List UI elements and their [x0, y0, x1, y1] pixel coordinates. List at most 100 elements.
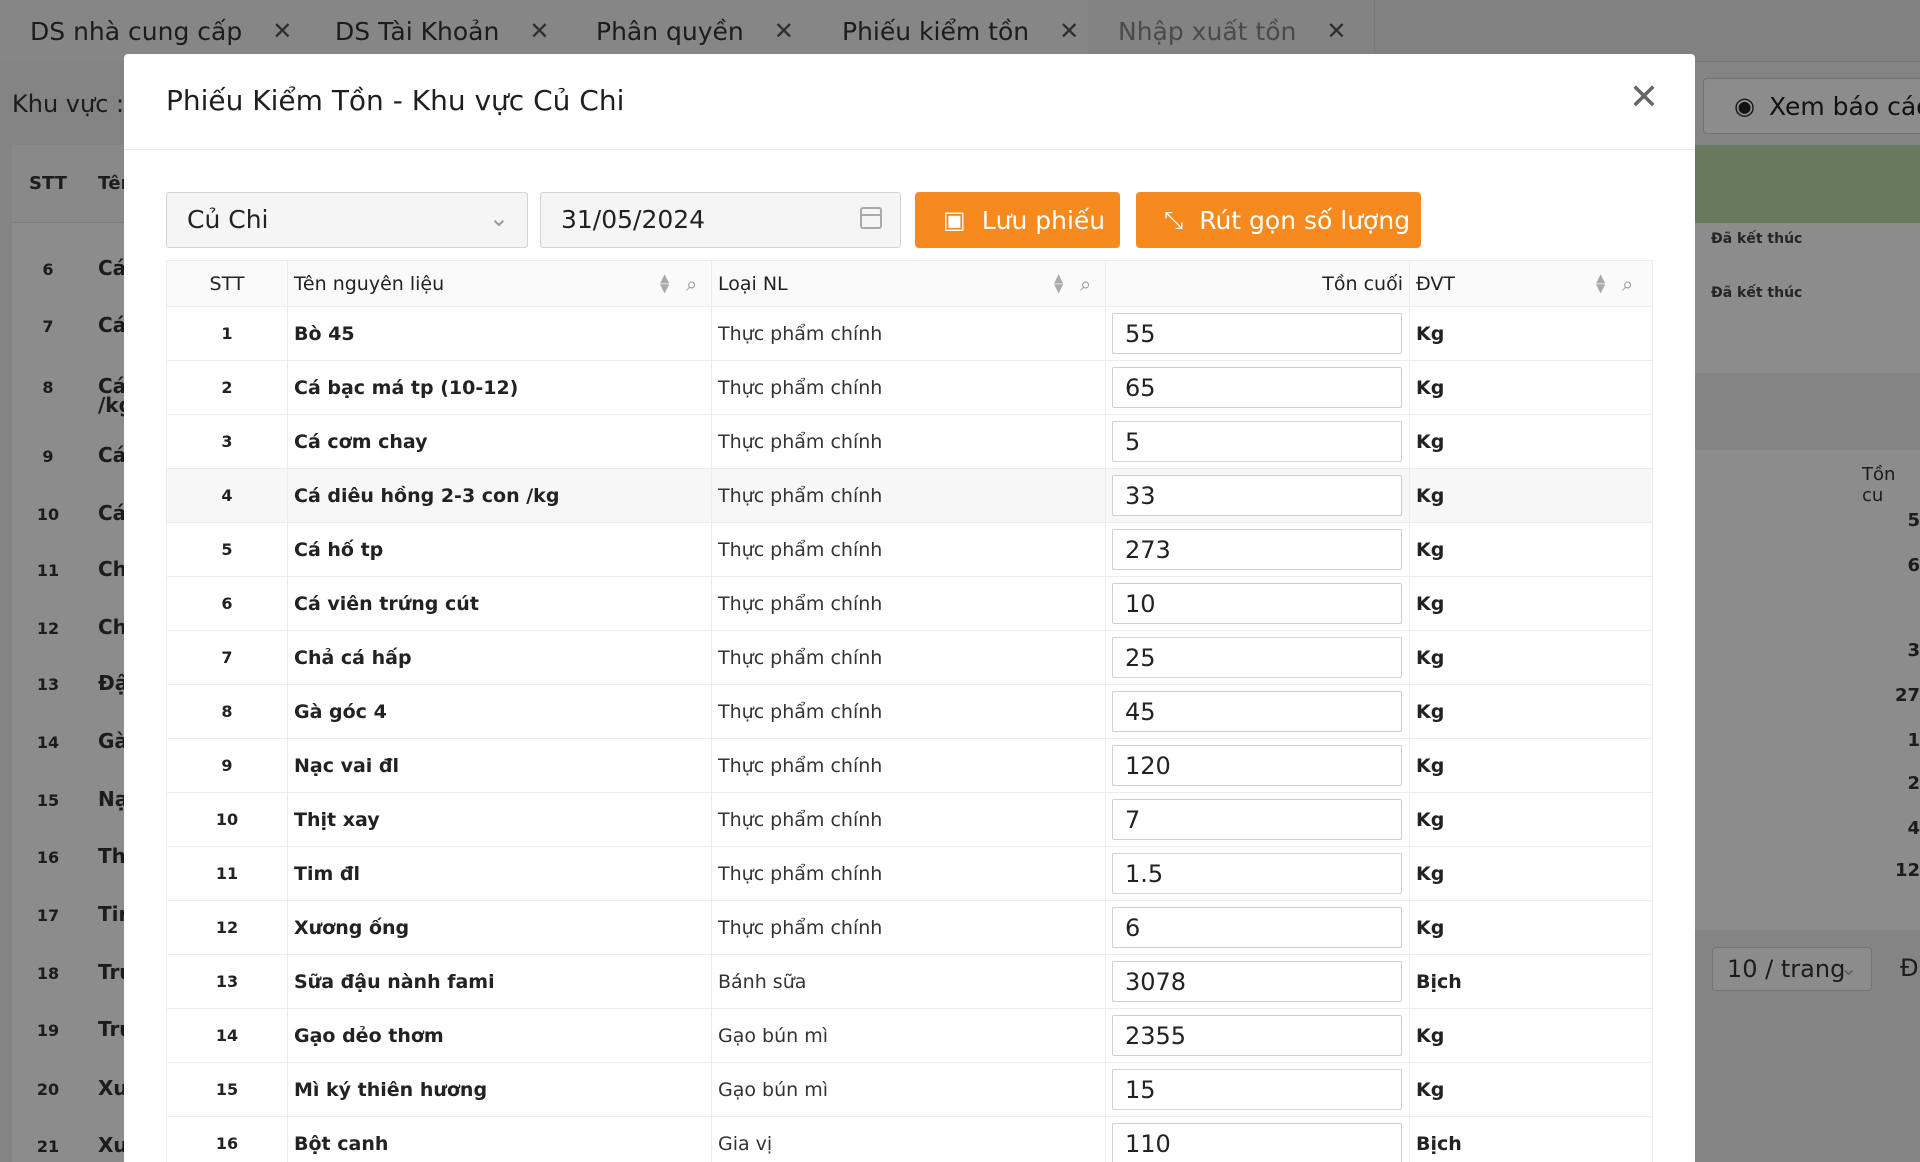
- table-row[interactable]: 9Nạc vai đlThực phẩm chính Kg: [167, 739, 1652, 793]
- close-icon[interactable]: ✕: [1629, 80, 1659, 116]
- cell-stt: 5: [167, 523, 288, 577]
- cell-name: Bột canh: [288, 1117, 712, 1162]
- ton-cuoi-input[interactable]: [1112, 1069, 1402, 1110]
- chevron-down-icon: ⌄: [488, 204, 509, 232]
- table-row[interactable]: 1Bò 45Thực phẩm chính Kg: [167, 307, 1652, 361]
- cell-type: Thực phẩm chính: [712, 847, 1106, 901]
- table-row[interactable]: 16Bột canhGia vị Bịch: [167, 1117, 1652, 1162]
- header-dvt: ĐVT ▲ ▼ ⌕: [1410, 261, 1654, 307]
- sort-icon[interactable]: ▲ ▼: [1054, 261, 1063, 294]
- header-ton-label: Tồn cuối: [1322, 273, 1403, 295]
- cell-dvt: Kg: [1416, 701, 1445, 723]
- header-type: Loại NL ▲ ▼ ⌕: [712, 261, 1106, 307]
- table-row[interactable]: 7Chả cá hấpThực phẩm chính Kg: [167, 631, 1652, 685]
- cell-stt: 12: [167, 901, 288, 955]
- cell-stt: 16: [167, 1117, 288, 1162]
- ton-cuoi-input[interactable]: [1112, 799, 1402, 840]
- table-row[interactable]: 4 Cá diêu hồng 2-3 con /kg Thực phẩm chính…: [167, 469, 1652, 523]
- cell-dvt: Kg: [1416, 863, 1445, 885]
- cell-name: Cá viên trứng cút: [288, 577, 712, 631]
- cell-dvt: Kg: [1416, 647, 1445, 669]
- ton-cuoi-input[interactable]: [1112, 691, 1402, 732]
- inventory-check-modal: Phiếu Kiểm Tồn - Khu vực Củ Chi ✕ Củ Chi…: [124, 54, 1695, 1162]
- ton-cuoi-input[interactable]: [1112, 313, 1402, 354]
- cell-dvt: Kg: [1416, 323, 1445, 345]
- ton-cuoi-input[interactable]: [1112, 907, 1402, 948]
- cell-name: Xương ống: [288, 901, 712, 955]
- ton-cuoi-input[interactable]: [1112, 583, 1402, 624]
- cell-ton-cuoi: [1106, 631, 1410, 685]
- table-row[interactable]: 2Cá bạc má tp (10-12)Thực phẩm chính Kg: [167, 361, 1652, 415]
- cell-ton-cuoi: [1106, 739, 1410, 793]
- save-button[interactable]: ▣ Lưu phiếu: [915, 192, 1120, 248]
- header-type-label: Loại NL: [718, 273, 788, 295]
- cell-name: Nạc vai đl: [288, 739, 712, 793]
- search-icon[interactable]: ⌕: [1080, 261, 1091, 307]
- cell-stt: 10: [167, 793, 288, 847]
- ton-cuoi-input[interactable]: [1112, 475, 1402, 516]
- cell-dvt: Bịch: [1416, 1133, 1462, 1155]
- header-name: Tên nguyên liệu ▲ ▼ ⌕: [288, 261, 712, 307]
- ton-cuoi-input[interactable]: [1112, 1123, 1402, 1162]
- cell-name: Mì ký thiên hương: [288, 1063, 712, 1117]
- cell-name: Thịt xay: [288, 793, 712, 847]
- cell-name: Cá bạc má tp (10-12): [288, 361, 712, 415]
- cell-ton-cuoi: [1106, 793, 1410, 847]
- cell-name: Cá hố tp: [288, 523, 712, 577]
- ton-cuoi-input[interactable]: [1112, 745, 1402, 786]
- ton-cuoi-input[interactable]: [1112, 421, 1402, 462]
- ton-cuoi-input[interactable]: [1112, 853, 1402, 894]
- table-row[interactable]: 13Sữa đậu nành famiBánh sữa Bịch: [167, 955, 1652, 1009]
- cell-type: Thực phẩm chính: [712, 577, 1106, 631]
- table-row[interactable]: 15Mì ký thiên hươngGạo bún mì Kg: [167, 1063, 1652, 1117]
- table-row[interactable]: 3Cá cơm chayThực phẩm chính Kg: [167, 415, 1652, 469]
- cell-type: Thực phẩm chính: [712, 631, 1106, 685]
- cell-ton-cuoi: [1106, 955, 1410, 1009]
- table-row[interactable]: 5Cá hố tpThực phẩm chính Kg: [167, 523, 1652, 577]
- area-select[interactable]: Củ Chi ⌄: [166, 192, 528, 248]
- table-row[interactable]: 10Thịt xayThực phẩm chính Kg: [167, 793, 1652, 847]
- ton-cuoi-input[interactable]: [1112, 1015, 1402, 1056]
- cell-type: Thực phẩm chính: [712, 739, 1106, 793]
- sort-icon[interactable]: ▲ ▼: [1596, 261, 1605, 294]
- ton-cuoi-input[interactable]: [1112, 367, 1402, 408]
- cell-ton-cuoi: [1106, 469, 1410, 523]
- cell-dvt: Kg: [1416, 539, 1445, 561]
- compact-quantity-button[interactable]: ⤡ Rút gọn số lượng: [1136, 192, 1421, 248]
- ton-cuoi-input[interactable]: [1112, 637, 1402, 678]
- date-picker[interactable]: 31/05/2024: [540, 192, 901, 248]
- search-icon[interactable]: ⌕: [686, 261, 697, 307]
- table-row[interactable]: 11Tim đlThực phẩm chính Kg: [167, 847, 1652, 901]
- cell-type: Thực phẩm chính: [712, 469, 1106, 523]
- table-row[interactable]: 6Cá viên trứng cútThực phẩm chính Kg: [167, 577, 1652, 631]
- cell-name: Cá diêu hồng 2-3 con /kg: [288, 469, 712, 523]
- ton-cuoi-input[interactable]: [1112, 961, 1402, 1002]
- cell-ton-cuoi: [1106, 901, 1410, 955]
- table-row[interactable]: 14Gạo dẻo thơmGạo bún mì Kg: [167, 1009, 1652, 1063]
- header-name-label: Tên nguyên liệu: [294, 273, 445, 295]
- search-icon[interactable]: ⌕: [1622, 261, 1633, 307]
- cell-type: Gia vị: [712, 1117, 1106, 1162]
- cell-ton-cuoi: [1106, 1009, 1410, 1063]
- cell-name: Chả cá hấp: [288, 631, 712, 685]
- cell-stt: 6: [167, 577, 288, 631]
- cell-dvt: Kg: [1416, 485, 1445, 507]
- table-body: 1Bò 45Thực phẩm chínhKg2Cá bạc má tp (10…: [167, 307, 1652, 1162]
- cell-dvt: Bịch: [1416, 971, 1462, 993]
- header-ton-cuoi: Tồn cuối: [1106, 261, 1410, 307]
- date-value: 31/05/2024: [561, 205, 706, 234]
- cell-type: Thực phẩm chính: [712, 793, 1106, 847]
- modal-header: Phiếu Kiểm Tồn - Khu vực Củ Chi ✕: [124, 54, 1695, 150]
- cell-stt: 8: [167, 685, 288, 739]
- cell-type: Thực phẩm chính: [712, 523, 1106, 577]
- sort-icon[interactable]: ▲ ▼: [660, 261, 669, 294]
- cell-stt: 14: [167, 1009, 288, 1063]
- ton-cuoi-input[interactable]: [1112, 529, 1402, 570]
- table-row[interactable]: 8Gà góc 4Thực phẩm chính Kg: [167, 685, 1652, 739]
- cell-stt: 3: [167, 415, 288, 469]
- cell-dvt: Kg: [1416, 1079, 1445, 1101]
- header-dvt-label: ĐVT: [1416, 273, 1455, 295]
- table-row[interactable]: 12Xương ốngThực phẩm chính Kg: [167, 901, 1652, 955]
- modal-title: Phiếu Kiểm Tồn - Khu vực Củ Chi: [166, 84, 625, 117]
- cell-stt: 2: [167, 361, 288, 415]
